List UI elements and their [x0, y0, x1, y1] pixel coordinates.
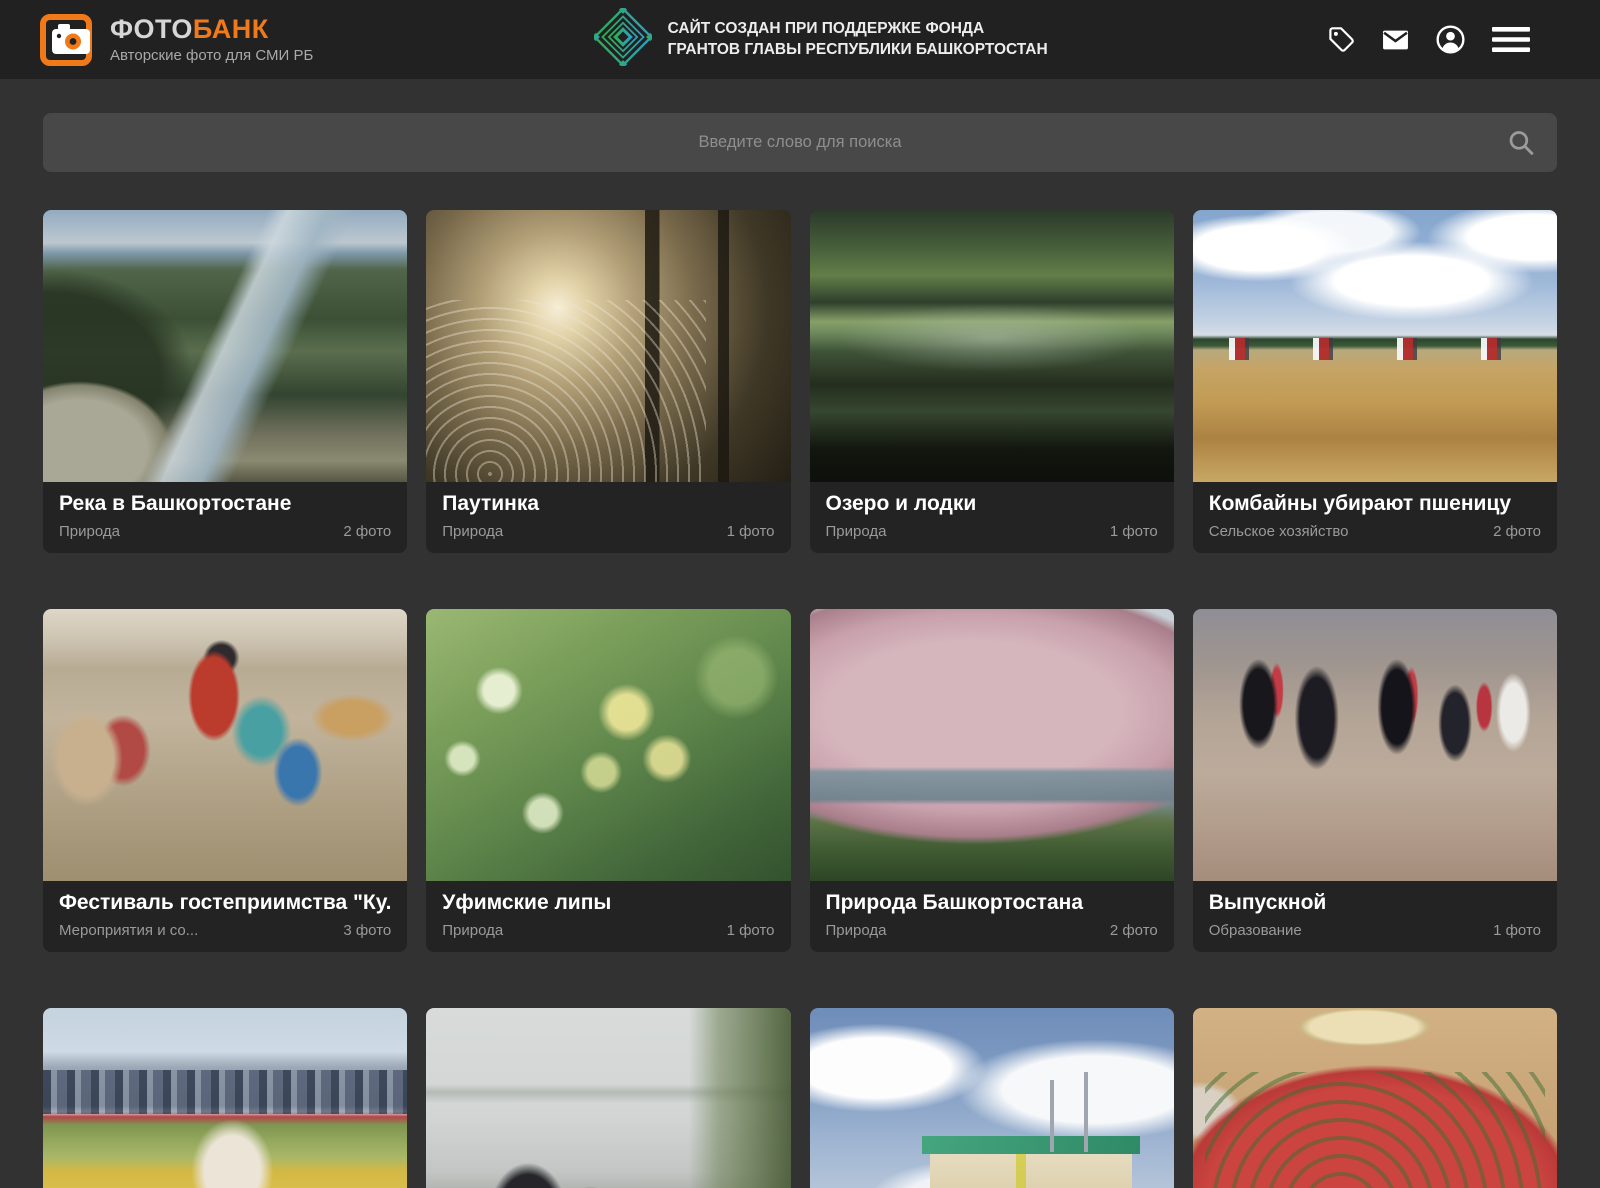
- bashkir-ornament-icon: [594, 8, 652, 71]
- card-caption: Озеро и лодки Природа 1 фото: [810, 482, 1174, 553]
- card-title: Природа Башкортостана: [826, 891, 1158, 915]
- card-caption: Паутинка Природа 1 фото: [426, 482, 790, 553]
- card-category: Природа: [826, 922, 887, 939]
- brand-text: ФОТОБАНК Авторские фото для СМИ РБ: [110, 15, 313, 63]
- grant-support-text: САЙТ СОЗДАН ПРИ ПОДДЕРЖКЕ ФОНДА ГРАНТОВ …: [668, 19, 1048, 61]
- card-category: Сельское хозяйство: [1209, 523, 1349, 540]
- search-bar: [43, 113, 1557, 172]
- header-nav: [1328, 25, 1530, 54]
- card-photo-pink-cliff-lake: [810, 609, 1174, 881]
- tags-icon[interactable]: [1328, 26, 1355, 53]
- search-input[interactable]: [43, 113, 1557, 172]
- menu-icon[interactable]: [1492, 26, 1530, 53]
- album-card-strawberries[interactable]: [1193, 1008, 1557, 1188]
- album-card-wrestling[interactable]: [43, 1008, 407, 1188]
- card-title: Уфимские липы: [442, 891, 774, 915]
- brand-title-accent: БАНК: [193, 14, 269, 44]
- card-category: Природа: [59, 523, 120, 540]
- card-photo-count: 1 фото: [1110, 523, 1158, 540]
- card-photo-count: 1 фото: [727, 523, 775, 540]
- album-card-nature[interactable]: Природа Башкортостана Природа 2 фото: [810, 609, 1174, 952]
- card-photo-spiderweb-forest: [426, 210, 790, 482]
- card-photo-lake-boats: [810, 210, 1174, 482]
- album-card-linden[interactable]: Уфимские липы Природа 1 фото: [426, 609, 790, 952]
- card-photo-wheat-harvest: [1193, 210, 1557, 482]
- card-photo-kuresh-wrestling: [43, 1008, 407, 1188]
- header: ФОТОБАНК Авторские фото для СМИ РБ: [0, 0, 1600, 79]
- mail-icon[interactable]: [1382, 28, 1409, 52]
- album-card-elevator[interactable]: [810, 1008, 1174, 1188]
- card-category: Образование: [1209, 922, 1302, 939]
- camera-logo-icon: [40, 14, 92, 66]
- card-title: Выпускной: [1209, 891, 1541, 915]
- grant-support-block: САЙТ СОЗДАН ПРИ ПОДДЕРЖКЕ ФОНДА ГРАНТОВ …: [594, 8, 1048, 71]
- album-card-festival[interactable]: Фестиваль гостеприимства "Ку... Мероприя…: [43, 609, 407, 952]
- card-photo-count: 3 фото: [343, 922, 391, 939]
- card-category: Природа: [442, 523, 503, 540]
- album-card-graduation[interactable]: Выпускной Образование 1 фото: [1193, 609, 1557, 952]
- card-caption: Фестиваль гостеприимства "Ку... Мероприя…: [43, 881, 407, 952]
- card-photo-linden-blossom: [426, 609, 790, 881]
- card-title: Озеро и лодки: [826, 492, 1158, 516]
- card-photo-count: 2 фото: [1493, 523, 1541, 540]
- card-photo-grain-elevator: [810, 1008, 1174, 1188]
- card-photo-river-landscape: [43, 210, 407, 482]
- album-card-combines[interactable]: Комбайны убирают пшеницу Сельское хозяйс…: [1193, 210, 1557, 553]
- album-card-spiderweb[interactable]: Паутинка Природа 1 фото: [426, 210, 790, 553]
- album-card-lake-boats[interactable]: Озеро и лодки Природа 1 фото: [810, 210, 1174, 553]
- card-photo-hospitality-festival: [43, 609, 407, 881]
- card-title: Фестиваль гостеприимства "Ку...: [59, 891, 391, 915]
- card-photo-count: 2 фото: [343, 523, 391, 540]
- card-photo-strawberries: [1193, 1008, 1557, 1188]
- album-card-foggy-lake[interactable]: [426, 1008, 790, 1188]
- card-caption: Уфимские липы Природа 1 фото: [426, 881, 790, 952]
- card-caption: Природа Башкортостана Природа 2 фото: [810, 881, 1174, 952]
- search-icon[interactable]: [1508, 129, 1535, 156]
- account-icon[interactable]: [1436, 25, 1465, 54]
- card-photo-count: 1 фото: [1493, 922, 1541, 939]
- album-card-river[interactable]: Река в Башкортостане Природа 2 фото: [43, 210, 407, 553]
- card-photo-foggy-lake-silhouettes: [426, 1008, 790, 1188]
- card-title: Комбайны убирают пшеницу: [1209, 492, 1541, 516]
- brand-title: ФОТОБАНК: [110, 15, 313, 43]
- card-title: Паутинка: [442, 492, 774, 516]
- brand[interactable]: ФОТОБАНК Авторские фото для СМИ РБ: [40, 14, 313, 66]
- card-photo-count: 2 фото: [1110, 922, 1158, 939]
- card-title: Река в Башкортостане: [59, 492, 391, 516]
- album-grid: Река в Башкортостане Природа 2 фото Паут…: [43, 210, 1557, 1188]
- card-caption: Река в Башкортостане Природа 2 фото: [43, 482, 407, 553]
- brand-subtitle: Авторские фото для СМИ РБ: [110, 47, 313, 64]
- card-caption: Комбайны убирают пшеницу Сельское хозяйс…: [1193, 482, 1557, 553]
- card-photo-count: 1 фото: [727, 922, 775, 939]
- card-photo-graduation-dance: [1193, 609, 1557, 881]
- card-caption: Выпускной Образование 1 фото: [1193, 881, 1557, 952]
- card-category: Природа: [826, 523, 887, 540]
- card-category: Мероприятия и со...: [59, 922, 198, 939]
- card-category: Природа: [442, 922, 503, 939]
